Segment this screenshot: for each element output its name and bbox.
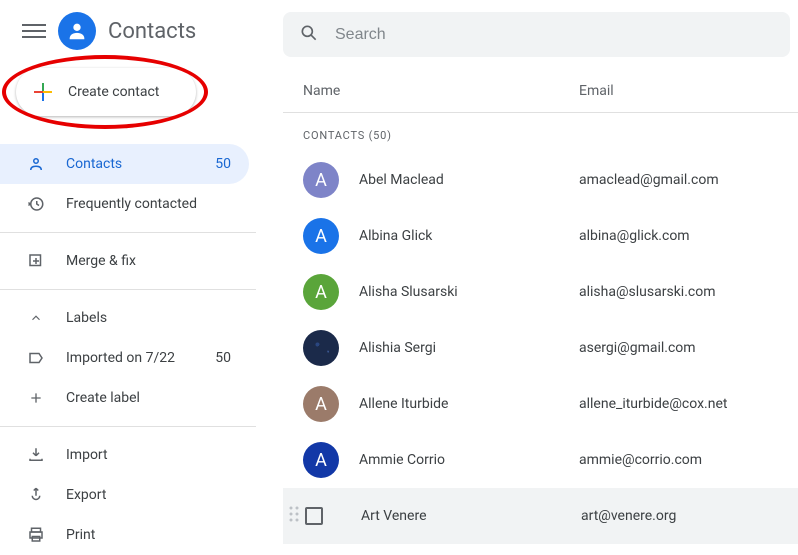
contact-row[interactable]: A Abel Macleadamaclead@gmail.com [283, 152, 798, 208]
contacts-logo [58, 12, 96, 50]
contact-name: Alisha Slusarski [359, 284, 579, 300]
create-contact-wrapper: Create contact [0, 68, 283, 116]
app-title: Contacts [108, 19, 196, 44]
nav-print[interactable]: Print [0, 515, 249, 555]
create-contact-button[interactable]: Create contact [16, 68, 196, 116]
nav-import-label: Import [66, 447, 108, 463]
contact-row[interactable]: A Albina Glickalbina@glick.com [283, 208, 798, 264]
nav-import[interactable]: Import [0, 435, 249, 475]
contact-row[interactable]: Alishia Sergiasergi@gmail.com [283, 320, 798, 376]
nav-export-label: Export [66, 487, 106, 503]
nav-list: Contacts 50 Frequently contacted Merge &… [0, 144, 283, 555]
person-icon [26, 155, 46, 173]
label-icon [26, 349, 46, 367]
contact-email: asergi@gmail.com [579, 340, 696, 356]
nav-frequent[interactable]: Frequently contacted [0, 184, 249, 224]
nav-imported-count: 50 [215, 350, 231, 366]
contact-name: Albina Glick [359, 228, 579, 244]
contact-email: ammie@corrio.com [579, 452, 702, 468]
nav-frequent-label: Frequently contacted [66, 196, 197, 212]
divider [0, 426, 256, 427]
nav-labels-label: Labels [66, 310, 107, 326]
create-contact-label: Create contact [68, 84, 159, 100]
contact-avatar: A [303, 442, 339, 478]
nav-imported-label: Imported on 7/22 [66, 350, 175, 366]
print-icon [26, 526, 46, 544]
contact-avatar: A [303, 386, 339, 422]
section-label: Contacts (50) [283, 129, 798, 142]
search-icon [299, 23, 319, 47]
chevron-up-icon [26, 311, 46, 325]
contact-name: Alishia Sergi [359, 340, 579, 356]
contact-name: Allene Iturbide [359, 396, 579, 412]
table-header: Name Email [283, 69, 798, 113]
contact-name: Abel Maclead [359, 172, 579, 188]
contact-name: Art Venere [361, 508, 581, 524]
plus-small-icon [26, 390, 46, 406]
contact-list: A Abel Macleadamaclead@gmail.com A Albina G… [283, 152, 798, 544]
merge-icon [26, 252, 46, 270]
plus-icon [34, 83, 52, 101]
contact-avatar [303, 330, 339, 366]
nav-print-label: Print [66, 527, 95, 543]
nav-contacts-count: 50 [215, 156, 231, 172]
nav-create-label[interactable]: Create label [0, 378, 249, 418]
nav-contacts-label: Contacts [66, 156, 122, 172]
nav-create-label-label: Create label [66, 390, 140, 406]
nav-imported[interactable]: Imported on 7/22 50 [0, 338, 249, 378]
import-icon [26, 446, 46, 464]
contact-avatar: A [303, 274, 339, 310]
nav-export[interactable]: Export [0, 475, 249, 515]
nav-merge[interactable]: Merge & fix [0, 241, 249, 281]
menu-icon[interactable] [22, 19, 46, 43]
drag-handle-icon[interactable] [289, 506, 299, 526]
contact-row[interactable]: A Ammie Corrioammie@corrio.com [283, 432, 798, 488]
sidebar: Contacts Create contact Contacts 50 Freq… [0, 0, 283, 544]
contact-email: albina@glick.com [579, 228, 690, 244]
nav-contacts[interactable]: Contacts 50 [0, 144, 249, 184]
divider [0, 289, 256, 290]
nav-labels[interactable]: Labels [0, 298, 249, 338]
column-email: Email [579, 83, 614, 99]
contact-row[interactable]: A Alisha Slusarskialisha@slusarski.com [283, 264, 798, 320]
contact-avatar: A [303, 162, 339, 198]
row-checkbox[interactable] [305, 507, 341, 525]
main-content: Name Email Contacts (50) AAbel Macleadam… [283, 0, 798, 544]
contact-email: amaclead@gmail.com [579, 172, 719, 188]
contact-row[interactable]: AArt Venereart@venere.org [283, 488, 798, 544]
contact-avatar: A [303, 218, 339, 254]
nav-merge-label: Merge & fix [66, 253, 136, 269]
column-name: Name [303, 83, 579, 99]
search-input[interactable] [335, 26, 790, 44]
export-icon [26, 486, 46, 504]
contact-email: allene_iturbide@cox.net [579, 396, 727, 412]
search-bar[interactable] [283, 12, 790, 57]
contact-row[interactable]: A Allene Iturbideallene_iturbide@cox.net [283, 376, 798, 432]
history-icon [26, 195, 46, 213]
contact-email: alisha@slusarski.com [579, 284, 716, 300]
divider [0, 232, 256, 233]
contact-email: art@venere.org [581, 508, 676, 524]
app-header: Contacts [0, 12, 283, 50]
contact-name: Ammie Corrio [359, 452, 579, 468]
